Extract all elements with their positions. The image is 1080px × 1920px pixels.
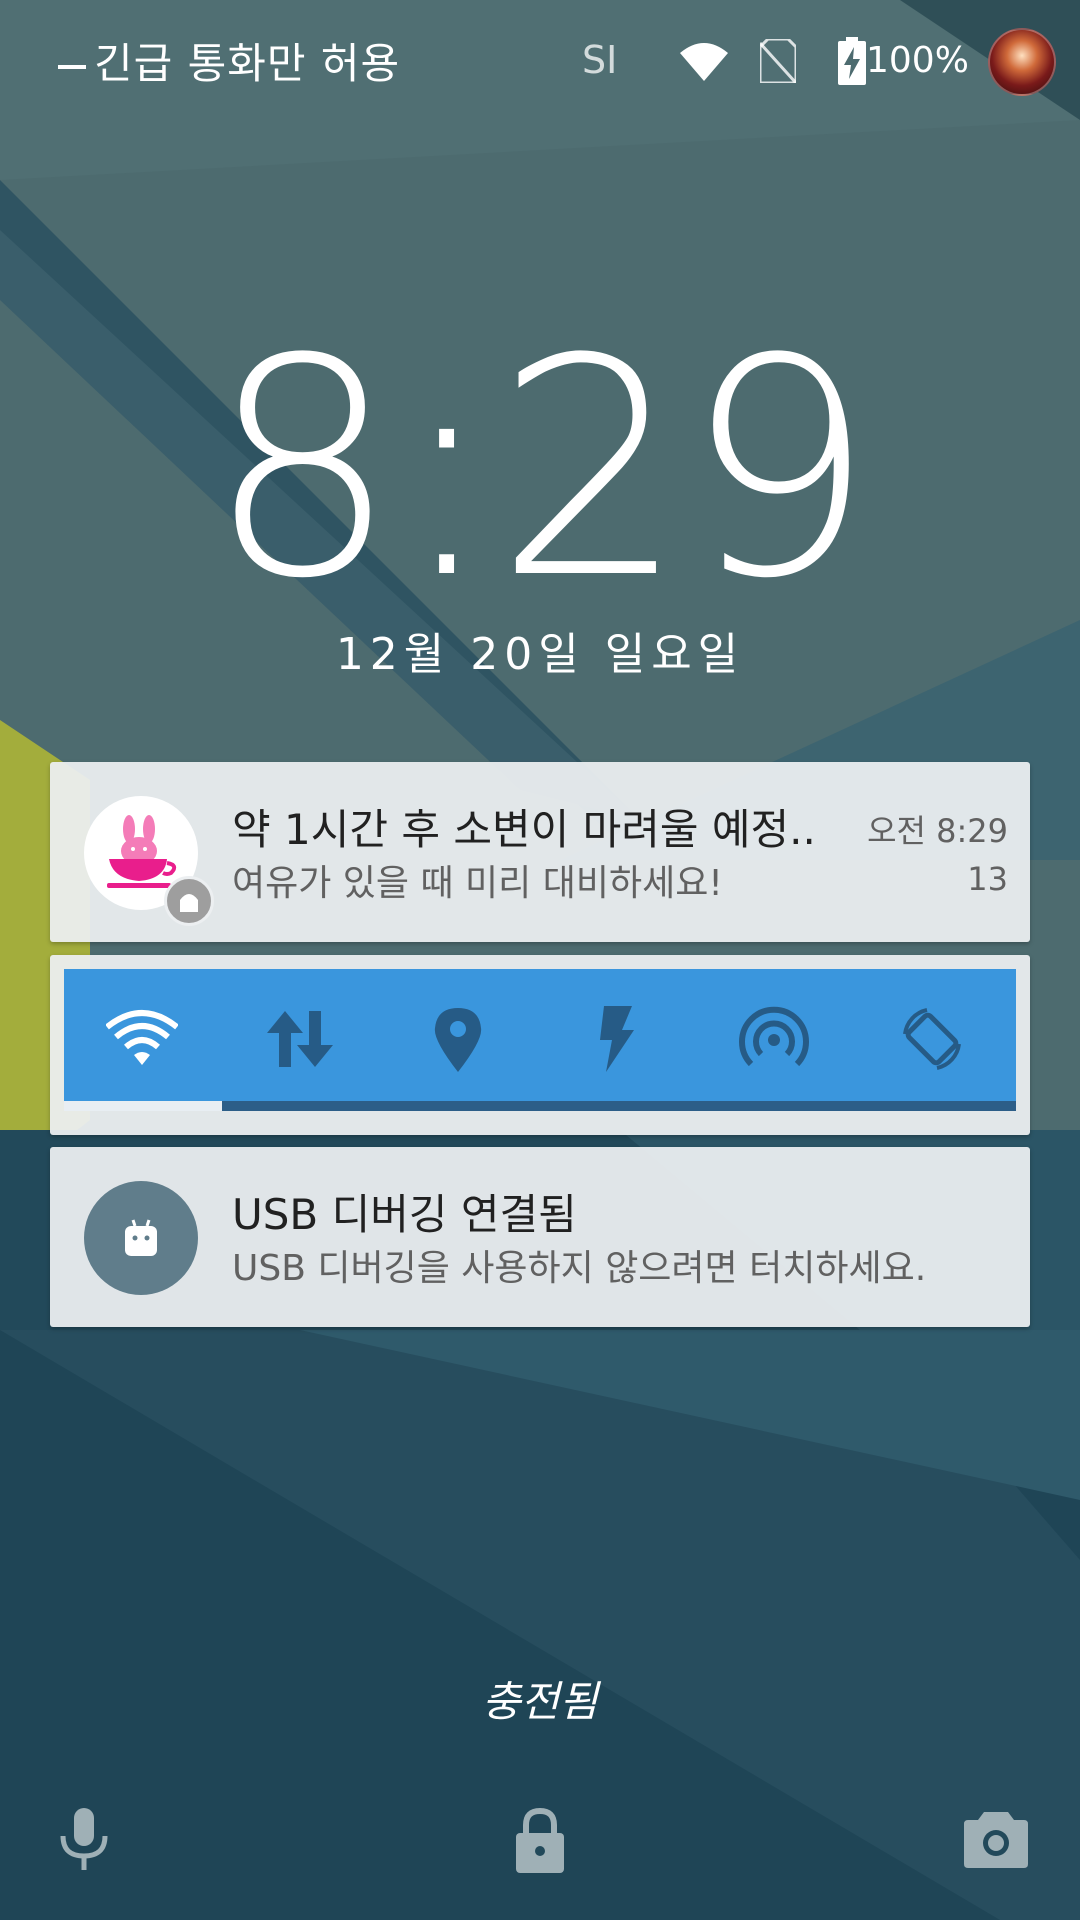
quick-settings-card	[50, 955, 1030, 1135]
signal-dash-icon	[58, 64, 86, 69]
usb-debug-notification[interactable]: USB 디버깅 연결됨 USB 디버깅을 사용하지 않으려면 터치하세요.	[50, 1147, 1030, 1327]
quick-settings-page-indicator[interactable]	[64, 1101, 222, 1111]
lock-clock: 8:29	[207, 295, 875, 644]
status-bar: 긴급 통화만 허용 SI 100%	[0, 0, 1080, 120]
auto-rotate-toggle-icon[interactable]	[882, 989, 982, 1089]
wifi-icon	[680, 37, 728, 85]
microphone-icon[interactable]	[44, 1800, 124, 1880]
flashlight-toggle-icon[interactable]	[566, 989, 666, 1089]
notification-count: 13	[967, 860, 1008, 898]
no-sim-icon	[754, 37, 802, 85]
location-toggle-icon[interactable]	[408, 989, 508, 1089]
charging-status: 충전됨	[482, 1677, 598, 1726]
camera-icon[interactable]	[956, 1800, 1036, 1880]
user-avatar[interactable]	[988, 28, 1056, 96]
signal-text: SI	[582, 38, 618, 82]
carrier-label: 긴급 통화만 허용	[58, 30, 400, 91]
android-badge-icon	[164, 876, 214, 926]
mobile-data-toggle-icon[interactable]	[250, 989, 350, 1089]
battery-percent: 100%	[866, 40, 969, 81]
status-icons	[680, 34, 876, 88]
notification-title: USB 디버깅 연결됨	[232, 1190, 577, 1239]
notification-card[interactable]: 약 1시간 후 소변이 마려울 예정.. 여유가 있을 때 미리 대비하세요! …	[50, 762, 1030, 942]
quick-settings-tiles	[64, 969, 1016, 1101]
lock-date: 12월 20일 일요일	[335, 629, 745, 680]
notification-title: 약 1시간 후 소변이 마려울 예정..	[232, 805, 816, 854]
notification-time: 오전 8:29	[867, 812, 1008, 850]
android-debug-icon	[84, 1181, 198, 1295]
notification-text: USB 디버깅을 사용하지 않으려면 터치하세요.	[232, 1248, 927, 1289]
wifi-toggle-icon[interactable]	[92, 989, 192, 1089]
notification-text: 여유가 있을 때 미리 대비하세요!	[232, 863, 723, 904]
hotspot-toggle-icon[interactable]	[724, 989, 824, 1089]
lock-icon[interactable]	[500, 1800, 580, 1880]
